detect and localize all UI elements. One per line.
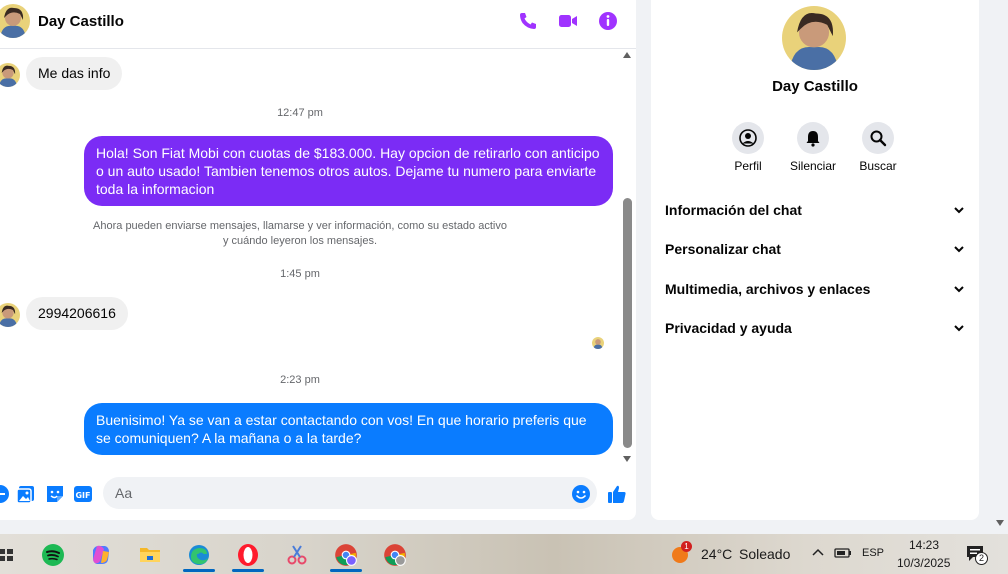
mute-label: Silenciar <box>789 159 837 173</box>
search-icon <box>862 122 894 154</box>
message-list[interactable]: Me das info 12:47 pm Hola! Son Fiat Mobi… <box>0 50 620 466</box>
message-timestamp: 1:45 pm <box>280 268 320 280</box>
opera-browser-icon[interactable] <box>228 538 268 572</box>
contact-name[interactable]: Day Castillo <box>38 13 124 30</box>
scroll-thumb[interactable] <box>623 198 632 448</box>
notification-center-icon[interactable]: 2 <box>966 544 988 567</box>
chat-panel: Day Castillo Me das info 12:47 pm Hola! … <box>0 0 636 520</box>
seen-receipt-avatar <box>592 337 604 349</box>
outgoing-message[interactable]: Buenisimo! Ya se van a estar contactando… <box>84 403 613 455</box>
plus-circle-icon[interactable] <box>0 484 10 504</box>
clock-time[interactable]: 14:23 <box>909 538 939 552</box>
gallery-icon[interactable] <box>16 484 36 504</box>
chrome-profile-2-icon[interactable] <box>375 538 415 572</box>
conversation-info-panel: Day Castillo Perfil Silenciar Buscar Inf… <box>651 0 979 520</box>
spotify-icon[interactable] <box>33 538 73 572</box>
message-input[interactable]: Aa <box>103 477 597 509</box>
contact-avatar-small <box>0 63 20 87</box>
chevron-up-icon[interactable] <box>812 546 824 564</box>
sticker-icon[interactable] <box>45 484 65 504</box>
snipping-tool-icon[interactable] <box>277 538 317 572</box>
chevron-down-icon <box>953 321 965 339</box>
search-label: Buscar <box>859 159 897 173</box>
file-explorer-icon[interactable] <box>130 538 170 572</box>
scroll-down-arrow-icon[interactable] <box>623 456 631 462</box>
weather-description[interactable]: Soleado <box>739 546 790 562</box>
contact-profile-name: Day Castillo <box>772 78 858 95</box>
chevron-down-icon <box>953 282 965 300</box>
profile-label: Perfil <box>734 159 762 173</box>
section-privacy-help[interactable]: Privacidad y ayuda <box>665 313 965 343</box>
chrome-profile-1-icon[interactable] <box>326 538 366 572</box>
incoming-message[interactable]: 2994206616 <box>26 297 128 330</box>
section-title: Información del chat <box>665 202 802 218</box>
copilot-icon[interactable] <box>81 538 121 572</box>
edge-browser-icon[interactable] <box>179 538 219 572</box>
message-timestamp: 2:23 pm <box>280 374 320 386</box>
svg-text:GIF: GIF <box>75 491 90 500</box>
battery-plug-icon[interactable] <box>834 545 852 566</box>
bell-icon <box>797 122 829 154</box>
chat-scrollbar[interactable] <box>622 50 634 466</box>
clock-date[interactable]: 10/3/2025 <box>897 556 950 570</box>
notification-count-badge: 2 <box>975 552 988 565</box>
section-title: Personalizar chat <box>665 241 781 257</box>
system-notice: Ahora pueden enviarse mensajes, llamarse… <box>0 219 600 249</box>
phone-call-icon[interactable] <box>518 11 538 31</box>
section-title: Privacidad y ayuda <box>665 320 792 336</box>
section-chat-info[interactable]: Información del chat <box>665 195 965 225</box>
message-timestamp: 12:47 pm <box>277 107 323 119</box>
weather-badge: 1 <box>681 541 692 552</box>
page-scroll-down-arrow-icon[interactable] <box>996 520 1004 526</box>
section-customize-chat[interactable]: Personalizar chat <box>665 234 965 264</box>
message-input-placeholder: Aa <box>115 485 133 501</box>
chevron-down-icon <box>953 203 965 221</box>
section-title: Multimedia, archivos y enlaces <box>665 281 871 297</box>
weather-icon[interactable]: 1 <box>670 541 692 565</box>
profile-icon <box>732 122 764 154</box>
section-media-files-links[interactable]: Multimedia, archivos y enlaces <box>665 274 965 304</box>
chat-header: Day Castillo <box>0 0 636 49</box>
emoji-icon[interactable] <box>571 484 591 504</box>
chevron-down-icon <box>953 242 965 260</box>
incoming-message[interactable]: Me das info <box>26 57 123 90</box>
input-language[interactable]: ESP <box>862 547 884 559</box>
gif-icon[interactable]: GIF <box>73 484 93 504</box>
system-notice-line: Ahora pueden enviarse mensajes, llamarse… <box>93 220 507 232</box>
contact-avatar-small <box>0 303 20 327</box>
profile-button[interactable]: Perfil <box>718 122 778 173</box>
contact-profile-picture[interactable] <box>782 6 846 70</box>
weather-temperature[interactable]: 24°C <box>701 546 732 562</box>
system-notice-line: y cuándo leyeron los mensajes. <box>222 235 378 247</box>
video-call-icon[interactable] <box>558 11 578 31</box>
task-view-icon[interactable] <box>0 538 26 572</box>
mute-button[interactable]: Silenciar <box>783 122 843 173</box>
thumbs-up-icon[interactable] <box>607 484 627 504</box>
outgoing-message[interactable]: Hola! Son Fiat Mobi con cuotas de $183.0… <box>84 136 613 206</box>
message-composer: GIF Aa <box>0 474 636 514</box>
scroll-up-arrow-icon[interactable] <box>623 52 631 58</box>
contact-avatar[interactable] <box>0 4 30 38</box>
windows-taskbar: 1 24°C Soleado ESP 14:23 10/3/2025 2 <box>0 534 1008 574</box>
search-button[interactable]: Buscar <box>848 122 908 173</box>
info-icon[interactable] <box>598 11 618 31</box>
